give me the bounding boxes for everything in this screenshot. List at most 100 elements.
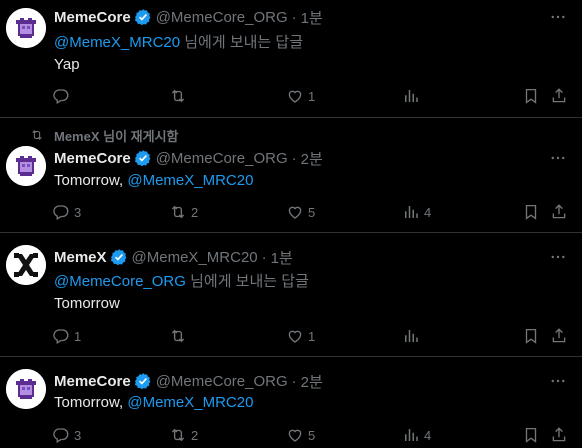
mention-link[interactable]: @MemeX_MRC20 xyxy=(127,394,253,411)
tweet-actions: 3 2 5 4 xyxy=(52,202,572,222)
reply-button[interactable] xyxy=(52,86,74,106)
bookmark-button[interactable] xyxy=(522,86,540,106)
tweet-text: Tomorrow xyxy=(54,295,120,312)
mention-link[interactable]: @MemeX_MRC20 xyxy=(127,172,253,189)
reply-icon xyxy=(52,327,70,345)
like-icon xyxy=(286,203,304,221)
tweet-actions: 3 2 5 4 xyxy=(52,425,572,445)
tweet-4[interactable]: MemeCore @MemeCore_ORG · 2분 Tomorrow, @M… xyxy=(0,357,582,448)
repost-button[interactable] xyxy=(169,86,191,106)
reply-to-line: @MemeX_MRC20 님에게 보내는 답글 xyxy=(54,31,303,52)
more-icon[interactable] xyxy=(548,247,568,267)
views-button[interactable]: 4 xyxy=(402,425,431,445)
like-icon xyxy=(286,426,304,444)
views-icon xyxy=(402,426,420,444)
reply-icon xyxy=(52,426,70,444)
user-handle[interactable]: @MemeX_MRC20 xyxy=(132,249,258,266)
repost-button[interactable]: 2 xyxy=(169,202,198,222)
reply-to-suffix: 님에게 보내는 답글 xyxy=(180,34,303,51)
bookmark-icon xyxy=(522,426,540,444)
timestamp[interactable]: 2분 xyxy=(301,148,323,169)
reply-mention-link[interactable]: @MemeCore_ORG xyxy=(54,273,186,290)
tweet-3[interactable]: MemeX @MemeX_MRC20 · 1분 @MemeCore_ORG 님에… xyxy=(0,233,582,357)
share-icon xyxy=(550,327,568,345)
views-button[interactable]: 4 xyxy=(402,202,431,222)
share-button[interactable] xyxy=(550,86,568,106)
bookmark-button[interactable] xyxy=(522,202,540,222)
separator-dot: · xyxy=(291,372,297,390)
bookmark-icon xyxy=(522,87,540,105)
reply-to-line: @MemeCore_ORG 님에게 보내는 답글 xyxy=(54,270,309,291)
tweet-header: MemeCore @MemeCore_ORG · 2분 xyxy=(54,148,323,168)
timestamp[interactable]: 1분 xyxy=(271,247,293,268)
share-button[interactable] xyxy=(550,326,568,346)
display-name[interactable]: MemeCore xyxy=(54,150,131,167)
tweet-header: MemeCore @MemeCore_ORG · 1분 xyxy=(54,7,323,27)
avatar-memex[interactable] xyxy=(6,245,46,285)
display-name[interactable]: MemeX xyxy=(54,249,107,266)
user-handle[interactable]: @MemeCore_ORG xyxy=(156,150,288,167)
bookmark-button[interactable] xyxy=(522,326,540,346)
tweet-header: MemeX @MemeX_MRC20 · 1분 xyxy=(54,247,293,267)
share-button[interactable] xyxy=(550,425,568,445)
like-button[interactable]: 1 xyxy=(286,86,315,106)
repost-context-label: MemeX 님이 재게시함 xyxy=(54,128,179,144)
views-button[interactable] xyxy=(402,86,424,106)
repost-icon xyxy=(169,87,187,105)
repost-icon xyxy=(30,128,44,142)
views-icon xyxy=(402,87,420,105)
repost-context[interactable]: MemeX 님이 재게시함 xyxy=(30,127,179,144)
timestamp[interactable]: 1분 xyxy=(301,7,323,28)
verified-badge-icon xyxy=(110,248,128,266)
share-icon xyxy=(550,87,568,105)
tweet-actions: 1 1 xyxy=(52,326,572,346)
repost-icon xyxy=(169,327,187,345)
tweet-text: Yap xyxy=(54,56,80,73)
views-button[interactable] xyxy=(402,326,424,346)
tweet-text: Tomorrow, @MemeX_MRC20 xyxy=(54,394,253,411)
bookmark-icon xyxy=(522,327,540,345)
avatar-memecore[interactable] xyxy=(6,146,46,186)
display-name[interactable]: MemeCore xyxy=(54,373,131,390)
views-icon xyxy=(402,203,420,221)
bookmark-button[interactable] xyxy=(522,425,540,445)
display-name[interactable]: MemeCore xyxy=(54,9,131,26)
reply-button[interactable]: 3 xyxy=(52,425,81,445)
tweet-1[interactable]: MemeCore @MemeCore_ORG · 1분 @MemeX_MRC20… xyxy=(0,0,582,118)
like-button[interactable]: 1 xyxy=(286,326,315,346)
avatar-memecore[interactable] xyxy=(6,369,46,409)
verified-badge-icon xyxy=(134,8,152,26)
more-icon[interactable] xyxy=(548,148,568,168)
avatar-memecore[interactable] xyxy=(6,8,46,48)
tweet-actions: 1 xyxy=(52,86,572,106)
tweet-header: MemeCore @MemeCore_ORG · 2분 xyxy=(54,371,323,391)
tweet-text-prefix: Tomorrow, xyxy=(54,172,128,189)
separator-dot: · xyxy=(291,149,297,167)
more-icon[interactable] xyxy=(548,7,568,27)
bookmark-icon xyxy=(522,203,540,221)
like-button[interactable]: 5 xyxy=(286,202,315,222)
repost-button[interactable] xyxy=(169,326,191,346)
reply-button[interactable]: 3 xyxy=(52,202,81,222)
verified-badge-icon xyxy=(134,372,152,390)
more-icon[interactable] xyxy=(548,371,568,391)
user-handle[interactable]: @MemeCore_ORG xyxy=(156,9,288,26)
views-icon xyxy=(402,327,420,345)
repost-icon xyxy=(169,426,187,444)
tweet-text-prefix: Tomorrow, xyxy=(54,394,128,411)
share-icon xyxy=(550,426,568,444)
reply-icon xyxy=(52,87,70,105)
repost-button[interactable]: 2 xyxy=(169,425,198,445)
reply-icon xyxy=(52,203,70,221)
like-button[interactable]: 5 xyxy=(286,425,315,445)
timestamp[interactable]: 2분 xyxy=(301,371,323,392)
user-handle[interactable]: @MemeCore_ORG xyxy=(156,373,288,390)
separator-dot: · xyxy=(291,8,297,26)
share-button[interactable] xyxy=(550,202,568,222)
tweet-text: Tomorrow, @MemeX_MRC20 xyxy=(54,172,253,189)
reply-mention-link[interactable]: @MemeX_MRC20 xyxy=(54,34,180,51)
verified-badge-icon xyxy=(134,149,152,167)
reply-button[interactable]: 1 xyxy=(52,326,81,346)
like-icon xyxy=(286,327,304,345)
like-icon xyxy=(286,87,304,105)
